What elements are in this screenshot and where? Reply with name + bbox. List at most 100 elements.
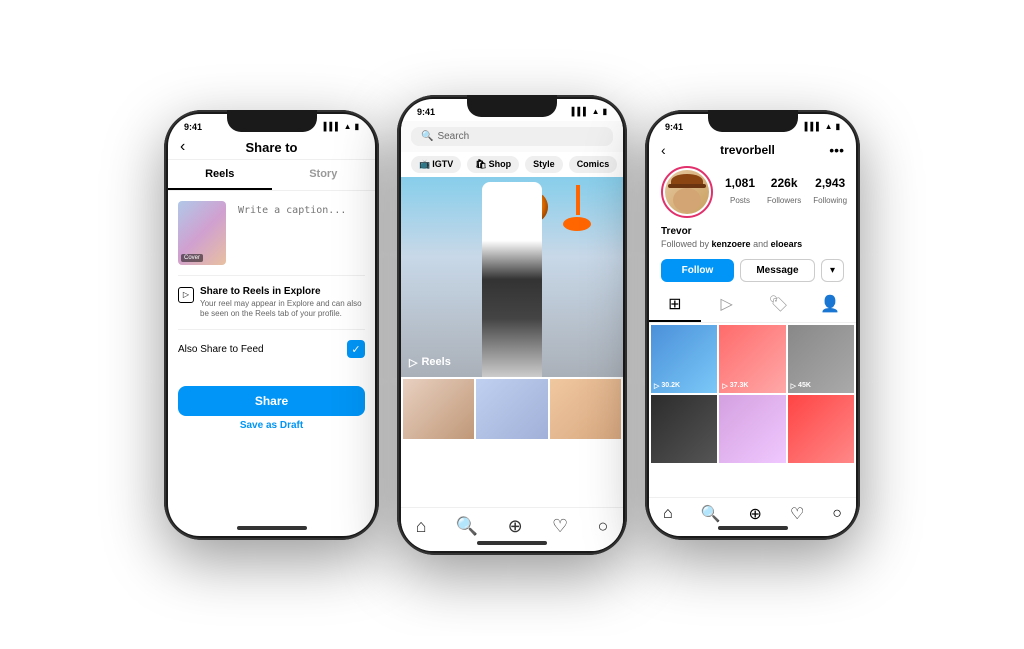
wifi-icon: ▲: [344, 122, 352, 131]
share-feed-checkbox[interactable]: ✓: [347, 340, 365, 358]
follower-1[interactable]: kenzoere: [712, 239, 751, 249]
categories-bar: 📺IGTV 🛍Shop Style Comics TV & Mo...: [401, 152, 623, 177]
cat-comics-label: Comics: [577, 159, 610, 169]
follower-2[interactable]: eloears: [771, 239, 803, 249]
cat-igtv[interactable]: 📺IGTV: [411, 156, 461, 173]
tab-reels[interactable]: Reels: [168, 160, 272, 190]
posts-stat: 1,081 Posts: [725, 176, 755, 208]
search-icon-3[interactable]: 🔍: [701, 504, 721, 524]
cat-style[interactable]: Style: [525, 156, 563, 173]
tab-mentions[interactable]: 👤: [804, 288, 856, 322]
save-draft-button[interactable]: Save as Draft: [178, 416, 365, 435]
share-to-title: Share to: [245, 140, 297, 155]
signal-icon-2: ▌▌▌: [572, 107, 589, 116]
phone-2-home-bar: [477, 541, 547, 545]
profile-icon-3[interactable]: ○: [832, 505, 842, 523]
person-silhouette: [462, 182, 562, 377]
followers-stat[interactable]: 226k Followers: [767, 176, 801, 208]
home-nav-icon[interactable]: ⌂: [416, 516, 427, 537]
phone-3-home-bar: [718, 526, 788, 530]
message-button[interactable]: Message: [740, 259, 815, 282]
profile-back-icon[interactable]: ‹: [661, 142, 666, 158]
phone-1-header: ‹ Share to: [168, 136, 375, 160]
phone-1-status-icons: ▌▌▌ ▲ ▮: [324, 122, 359, 131]
more-icon[interactable]: •••: [829, 142, 844, 158]
following-count: 2,943: [813, 176, 847, 190]
avatar-image: [665, 170, 709, 214]
phone-1-content: Cover ▷ Share to Reels in Explore Your r…: [168, 191, 375, 379]
phone-3-tab-bar: ⊞ ▷ 🏷 👤: [649, 288, 856, 323]
heart-icon-3[interactable]: ♡: [790, 504, 804, 524]
following-stat[interactable]: 2,943 Following: [813, 176, 847, 208]
phone-2-time: 9:41: [417, 107, 435, 117]
search-icon: 🔍: [421, 131, 433, 142]
add-nav-icon[interactable]: ⊕: [508, 516, 523, 537]
home-icon-3[interactable]: ⌂: [663, 505, 673, 523]
face: [673, 188, 701, 212]
option-text: Share to Reels in Explore Your reel may …: [200, 286, 365, 320]
cat-shop[interactable]: 🛍Shop: [467, 156, 519, 173]
phone-2-notch: [467, 95, 557, 117]
caption-input[interactable]: [234, 201, 365, 231]
hoop-area: [563, 185, 593, 225]
signal-icon-3: ▌▌▌: [805, 122, 822, 131]
search-nav-icon[interactable]: 🔍: [456, 516, 478, 537]
add-icon-3[interactable]: ⊕: [749, 504, 762, 524]
battery-icon-2: ▮: [603, 107, 607, 116]
divider-1: [178, 275, 365, 276]
back-button[interactable]: ‹: [180, 138, 185, 156]
grid-item-1[interactable]: [403, 379, 474, 439]
cover-label: Cover: [181, 254, 203, 262]
video-count-2: ▷37.3K: [722, 382, 748, 390]
video-item-3[interactable]: ▷45K: [788, 325, 854, 393]
profile-info: 1,081 Posts 226k Followers 2,943 Followi…: [649, 162, 856, 226]
video-count-1: ▷30.2K: [654, 382, 680, 390]
tab-tagged[interactable]: 🏷: [753, 288, 805, 322]
phone-3-nav-bar: ⌂ 🔍 ⊕ ♡ ○: [649, 497, 856, 536]
main-image: ▷ Reels: [401, 177, 623, 377]
video-item-6[interactable]: [788, 395, 854, 463]
phone-1-time: 9:41: [184, 122, 202, 132]
action-row: Follow Message ▾: [649, 253, 856, 288]
video-item-2[interactable]: ▷37.3K: [719, 325, 785, 393]
posts-label: Posts: [730, 196, 750, 205]
video-thumbnail: Cover: [178, 201, 226, 265]
heart-nav-icon[interactable]: ♡: [552, 516, 568, 537]
phone-1: 9:41 ▌▌▌ ▲ ▮ ‹ Share to Reels Story: [164, 110, 379, 540]
followed-by: Followed by kenzoere and eloears: [661, 239, 844, 249]
profile-stats: 1,081 Posts 226k Followers 2,943 Followi…: [725, 176, 847, 208]
following-label: Following: [813, 196, 847, 205]
share-feed-row: Also Share to Feed ✓: [178, 340, 365, 358]
video-item-4[interactable]: [651, 395, 717, 463]
phone-1-actions: Share Save as Draft: [168, 378, 375, 439]
wifi-icon-3: ▲: [825, 122, 833, 131]
wifi-icon-2: ▲: [592, 107, 600, 116]
tab-reels[interactable]: ▷: [701, 288, 753, 322]
video-item-1[interactable]: ▷30.2K: [651, 325, 717, 393]
profile-nav-icon[interactable]: ○: [597, 516, 608, 537]
cat-style-label: Style: [533, 159, 555, 169]
share-explore-option: ▷ Share to Reels in Explore Your reel ma…: [178, 286, 365, 320]
tab-grid[interactable]: ⊞: [649, 288, 701, 322]
phone-1-tabs: Reels Story: [168, 160, 375, 191]
phone-2: 9:41 ▌▌▌ ▲ ▮ 🔍 Search 📺IGTV 🛍Shop Style: [397, 95, 627, 555]
video-item-5[interactable]: [719, 395, 785, 463]
bio-name: Trevor: [661, 226, 844, 237]
tab-story[interactable]: Story: [272, 160, 376, 190]
follow-button[interactable]: Follow: [661, 259, 734, 282]
dropdown-button[interactable]: ▾: [821, 259, 844, 282]
search-input[interactable]: 🔍 Search: [411, 127, 613, 146]
share-button[interactable]: Share: [178, 386, 365, 416]
explore-grid: [401, 377, 623, 441]
grid-item-2[interactable]: [476, 379, 547, 439]
option-desc: Your reel may appear in Explore and can …: [200, 299, 365, 320]
phone-3: 9:41 ▌▌▌ ▲ ▮ ‹ trevorbell •••: [645, 110, 860, 540]
phone-1-home-bar: [237, 526, 307, 530]
phone-1-screen: 9:41 ▌▌▌ ▲ ▮ ‹ Share to Reels Story: [168, 114, 375, 536]
search-bar: 🔍 Search: [401, 121, 623, 152]
cat-comics[interactable]: Comics: [569, 156, 618, 173]
avatar: [661, 166, 713, 218]
grid-item-3[interactable]: [550, 379, 621, 439]
phone-3-screen: 9:41 ▌▌▌ ▲ ▮ ‹ trevorbell •••: [649, 114, 856, 536]
header-icons: •••: [829, 142, 844, 158]
